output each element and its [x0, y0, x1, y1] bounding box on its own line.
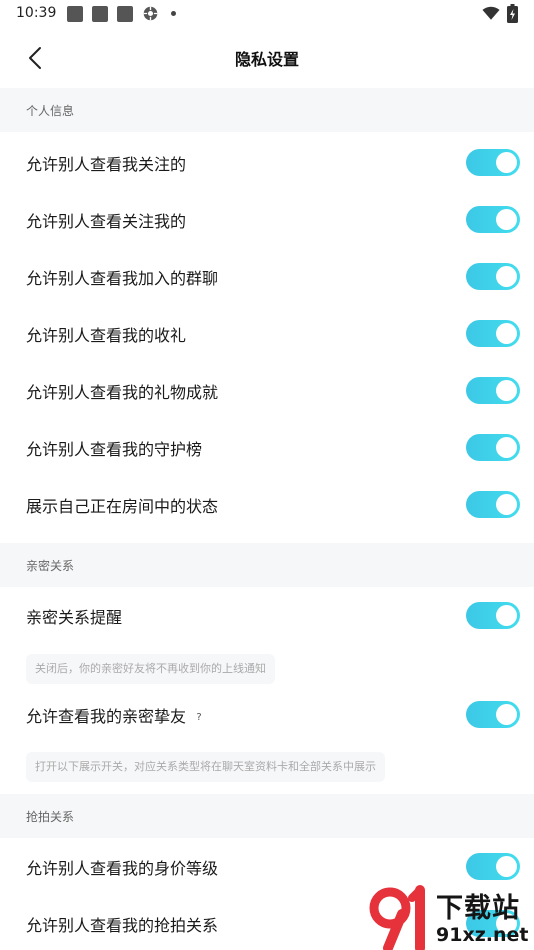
toggle-knob — [496, 209, 517, 230]
setting-label: 允许查看我的亲密挚友? — [26, 703, 206, 727]
section-header-intimate-relationship: 亲密关系 — [0, 543, 534, 587]
help-question-icon[interactable]: ? — [192, 711, 206, 725]
setting-row-view-gift-achievements[interactable]: 允许别人查看我的礼物成就 — [0, 362, 534, 419]
more-notifications-dot — [171, 11, 176, 16]
toggle-knob — [496, 152, 517, 173]
setting-row-view-following[interactable]: 允许别人查看我关注的 — [0, 134, 534, 191]
notification-icon — [117, 6, 133, 22]
setting-row-show-room-status[interactable]: 展示自己正在房间中的状态 — [0, 476, 534, 533]
section-header-grab-relationship: 抢拍关系 — [0, 794, 534, 838]
setting-row-view-joined-groups[interactable]: 允许别人查看我加入的群聊 — [0, 248, 534, 305]
section-title: 个人信息 — [26, 104, 75, 118]
setting-label: 允许别人查看关注我的 — [26, 212, 187, 231]
section-title: 亲密关系 — [26, 559, 75, 573]
toggle-switch[interactable] — [466, 853, 520, 880]
setting-label: 允许别人查看我的收礼 — [26, 326, 187, 345]
watermark: 下载站 91xz.net — [366, 884, 534, 950]
wifi-icon — [482, 6, 500, 20]
setting-row-intimate-reminder[interactable]: 亲密关系提醒 — [0, 587, 534, 644]
section-title: 抢拍关系 — [26, 810, 75, 824]
location-target-icon — [143, 6, 158, 21]
toggle-knob — [496, 437, 517, 458]
toggle-switch[interactable] — [466, 206, 520, 233]
watermark-logo-icon — [369, 885, 425, 950]
section-header-personal-info: 个人信息 — [0, 88, 534, 132]
toggle-knob — [496, 704, 517, 725]
setting-label: 允许别人查看我的身价等级 — [26, 859, 219, 878]
setting-label: 允许别人查看我的抢拍关系 — [26, 916, 219, 935]
setting-label: 允许别人查看我加入的群聊 — [26, 269, 219, 288]
setting-label: 允许别人查看我的礼物成就 — [26, 383, 219, 402]
toggle-knob — [496, 380, 517, 401]
toggle-switch[interactable] — [466, 320, 520, 347]
toggle-knob — [496, 856, 517, 877]
notification-icon — [92, 6, 108, 22]
setting-label-text: 允许查看我的亲密挚友 — [26, 707, 187, 726]
nav-bar: 隐私设置 — [0, 28, 534, 88]
hint-area: 关闭后，你的亲密好友将不再收到你的上线通知 — [0, 648, 534, 688]
toggle-knob — [496, 605, 517, 626]
toggle-knob — [496, 494, 517, 515]
setting-row-view-close-friends[interactable]: 允许查看我的亲密挚友? — [0, 686, 534, 743]
page-title: 隐私设置 — [234, 50, 299, 69]
setting-row-view-received-gifts[interactable]: 允许别人查看我的收礼 — [0, 305, 534, 362]
hint-text: 打开以下展示开关，对应关系类型将在聊天室资料卡和全部关系中展示 — [26, 752, 385, 782]
status-bar: 10:39 — [0, 0, 534, 28]
toggle-switch[interactable] — [466, 701, 520, 728]
hint-area: 打开以下展示开关，对应关系类型将在聊天室资料卡和全部关系中展示 — [0, 746, 534, 786]
toggle-switch[interactable] — [466, 377, 520, 404]
setting-label: 允许别人查看我关注的 — [26, 155, 187, 174]
status-time: 10:39 — [16, 5, 57, 21]
watermark-title: 下载站 — [436, 893, 520, 924]
battery-icon — [507, 4, 518, 23]
toggle-switch[interactable] — [466, 602, 520, 629]
toggle-knob — [496, 323, 517, 344]
watermark-url: 91xz.net — [436, 924, 529, 946]
notification-icon — [67, 6, 83, 22]
toggle-switch[interactable] — [466, 434, 520, 461]
toggle-switch[interactable] — [466, 263, 520, 290]
toggle-switch[interactable] — [466, 491, 520, 518]
setting-row-view-guard-ranking[interactable]: 允许别人查看我的守护榜 — [0, 419, 534, 476]
toggle-switch[interactable] — [466, 149, 520, 176]
setting-label: 允许别人查看我的守护榜 — [26, 440, 203, 459]
setting-row-view-followers[interactable]: 允许别人查看关注我的 — [0, 191, 534, 248]
setting-label: 展示自己正在房间中的状态 — [26, 497, 219, 516]
hint-text: 关闭后，你的亲密好友将不再收到你的上线通知 — [26, 654, 275, 684]
toggle-knob — [496, 266, 517, 287]
setting-label: 亲密关系提醒 — [26, 608, 123, 627]
